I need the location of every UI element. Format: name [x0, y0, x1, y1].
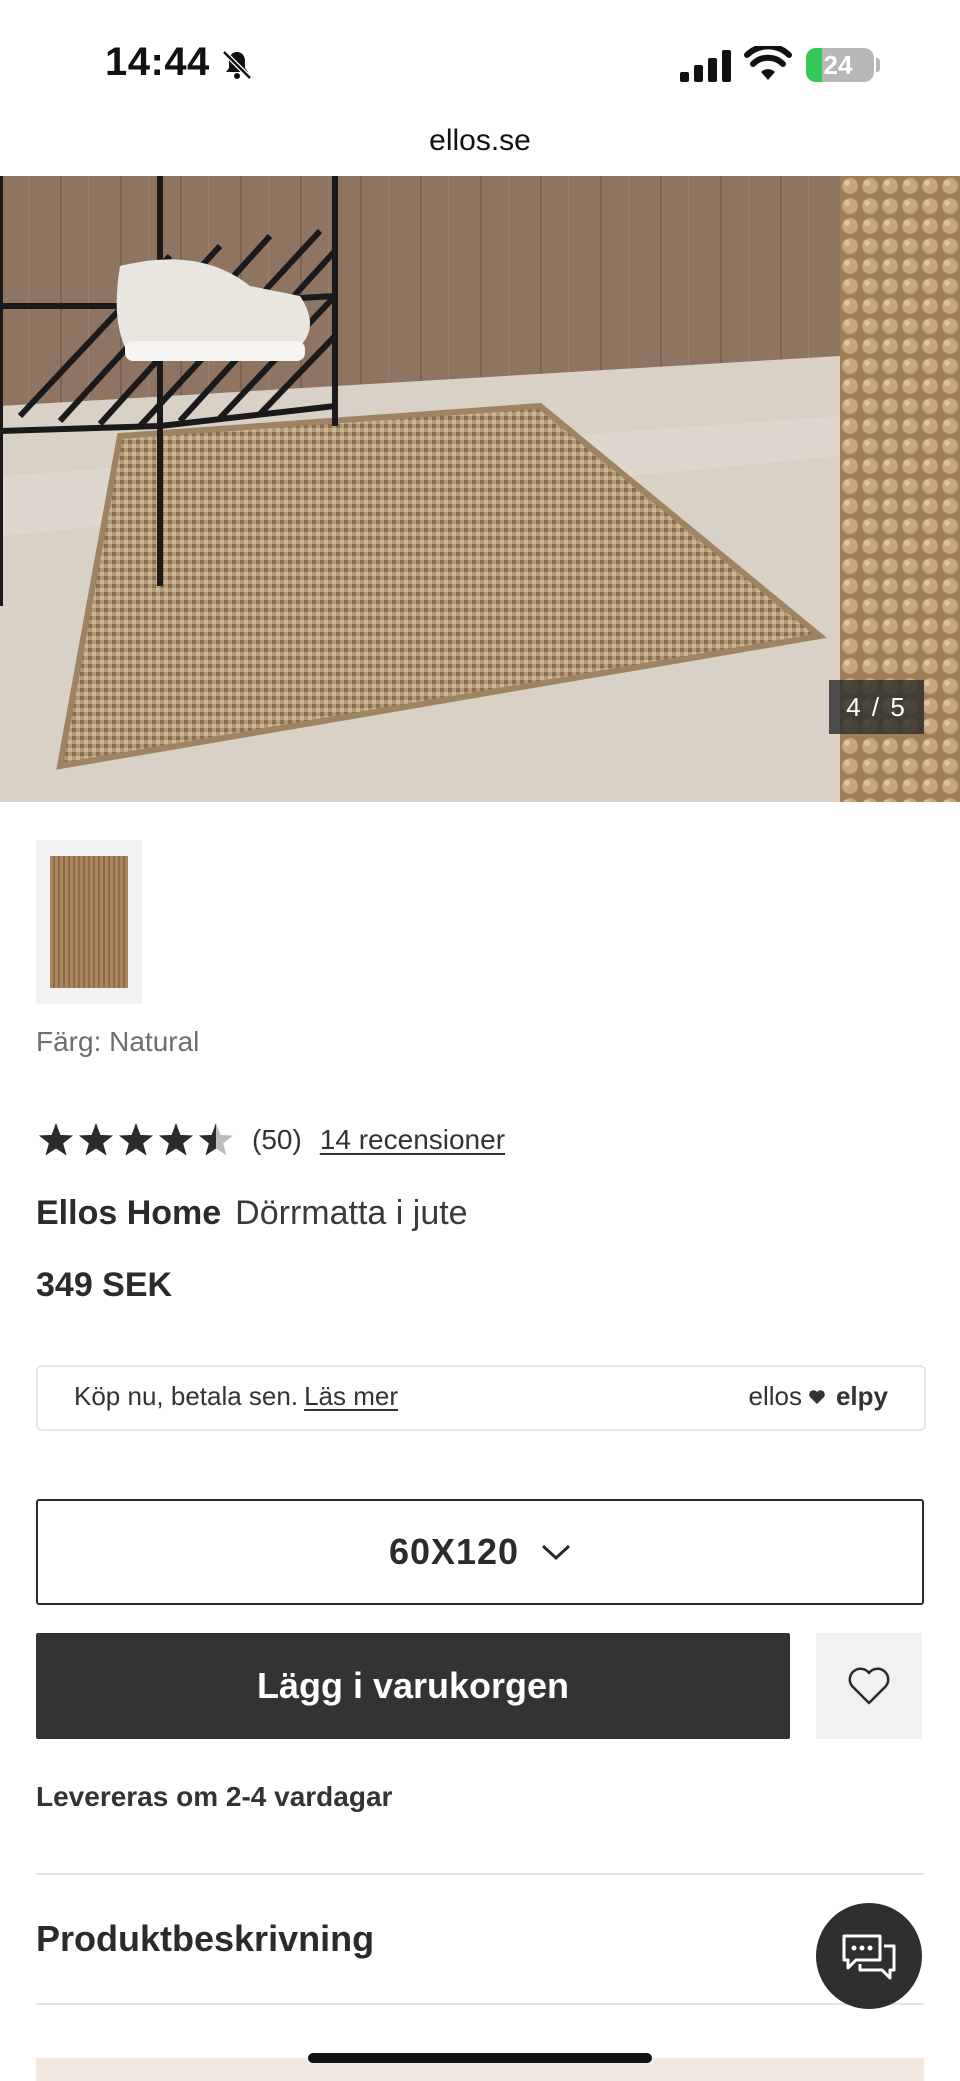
ellos-elpy-logo: ellos elpy — [748, 1381, 888, 1412]
logo-elpy: elpy — [835, 1381, 888, 1411]
product-rating[interactable]: (50) 14 recensioner — [36, 1118, 505, 1162]
rating-star — [38, 1123, 74, 1156]
status-bar: 14:44 24 — [0, 0, 960, 120]
battery-percent: 24 — [823, 50, 853, 80]
favorite-button[interactable] — [816, 1633, 922, 1739]
pay-later-text: Köp nu, betala sen. Läs mer — [74, 1381, 398, 1412]
bell-slash-icon — [222, 50, 252, 80]
read-more-link[interactable]: Läs mer — [304, 1381, 398, 1411]
rating-star — [78, 1123, 114, 1156]
rating-star — [158, 1123, 194, 1156]
gallery-counter: 4 / 5 — [829, 680, 924, 734]
swatch-image — [50, 856, 128, 988]
rating-star — [118, 1123, 154, 1156]
pay-later-banner: Köp nu, betala sen. Läs mer ellos elpy — [36, 1365, 926, 1431]
cellular-signal-icon — [680, 50, 731, 82]
size-select-value: 60X120 — [388, 1531, 520, 1572]
divider — [36, 2003, 924, 2005]
divider — [36, 1873, 924, 1875]
product-price: 349 SEK — [36, 1266, 173, 1304]
product-description-toggle[interactable]: Produktbeskrivning — [36, 1918, 374, 1960]
chat-button[interactable] — [816, 1903, 922, 2009]
rating-stars — [38, 1123, 234, 1156]
rating-star — [198, 1123, 234, 1156]
pay-later-message: Köp nu, betala sen. — [74, 1381, 299, 1411]
add-to-cart-button[interactable]: Lägg i varukorgen — [36, 1633, 790, 1739]
heart-icon — [848, 1667, 890, 1705]
logo-ellos: ellos — [748, 1381, 802, 1411]
color-label: Färg: Natural — [36, 1026, 200, 1057]
product-brand: Ellos Home — [36, 1194, 222, 1232]
size-select[interactable]: 60X120 — [36, 1499, 924, 1605]
product-title: Ellos Home Dörrmatta i jute — [36, 1194, 468, 1233]
product-image-gallery[interactable]: 4 / 5 — [0, 176, 960, 802]
product-name: Dörrmatta i jute — [235, 1194, 468, 1232]
color-swatch-natural[interactable] — [36, 840, 142, 1004]
status-time: 14:44 — [105, 40, 210, 84]
delivery-info: Levereras om 2-4 vardagar — [36, 1781, 393, 1812]
rating-count: (50) — [252, 1124, 302, 1155]
chat-bubbles-icon — [842, 1934, 896, 1980]
wifi-icon — [744, 46, 792, 80]
reviews-link[interactable]: 14 recensioner — [320, 1124, 505, 1156]
heart-logo-icon — [809, 1389, 825, 1404]
browser-url[interactable]: ellos.se — [0, 124, 960, 158]
chevron-down-icon — [542, 1544, 571, 1561]
home-indicator[interactable] — [308, 2053, 652, 2063]
product-photo-main[interactable] — [0, 176, 840, 802]
battery-cap — [876, 58, 880, 72]
battery-indicator: 24 — [806, 48, 874, 82]
